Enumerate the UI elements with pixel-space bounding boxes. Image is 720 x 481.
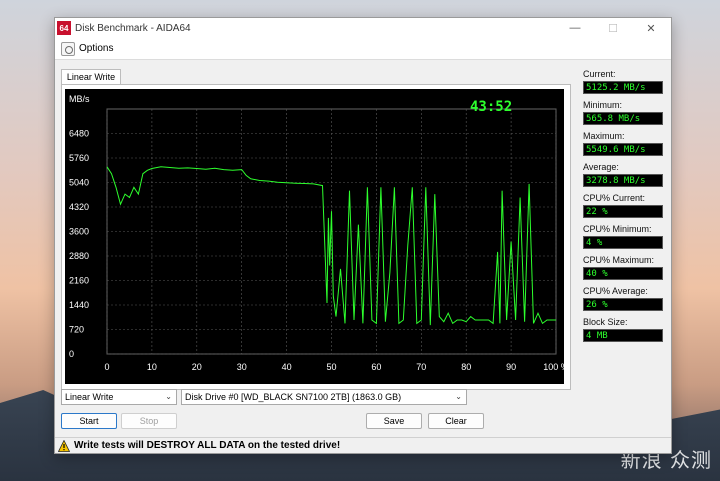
stop-button[interactable]: Stop <box>121 413 177 429</box>
elapsed-timer: 43:52 <box>470 99 512 115</box>
menu-bar: Options <box>55 38 671 60</box>
stat-label: Current: <box>583 69 616 79</box>
x-tick-label: 40 <box>282 362 292 372</box>
stat-group: CPU% Minimum: 4 % <box>583 224 667 249</box>
stats-panel: Current: 5125.2 MB/s Minimum: 565.8 MB/s Max… <box>583 69 667 348</box>
drive-value: Disk Drive #0 [WD_BLACK SN7100 2TB] (186… <box>185 392 402 402</box>
tab-linear-write[interactable]: Linear Write <box>61 69 121 84</box>
stat-label: CPU% Average: <box>583 286 648 296</box>
x-tick-label: 0 <box>104 362 109 372</box>
y-tick-label: 720 <box>69 325 84 335</box>
disk-benchmark-window: 64 Disk Benchmark - AIDA64 — ☐ ✕ Options… <box>54 17 672 454</box>
controls-area: Linear Write ⌄ Disk Drive #0 [WD_BLACK S… <box>61 389 667 411</box>
stat-value: 4 MB <box>583 329 663 342</box>
y-tick-label: 1440 <box>69 300 89 310</box>
stat-value: 5549.6 MB/s <box>583 143 663 156</box>
test-type-value: Linear Write <box>65 392 114 402</box>
stat-group: Current: 5125.2 MB/s <box>583 69 667 94</box>
stat-value: 565.8 MB/s <box>583 112 663 125</box>
y-tick-label: 5040 <box>69 178 89 188</box>
save-button[interactable]: Save <box>366 413 422 429</box>
status-bar: Write tests will DESTROY ALL DATA on the… <box>55 437 671 453</box>
y-tick-label: 6480 <box>69 129 89 139</box>
x-tick-label: 90 <box>506 362 516 372</box>
stat-label: Minimum: <box>583 100 623 110</box>
y-tick-label: 5760 <box>69 153 89 163</box>
x-tick-label: 100 % <box>543 362 564 372</box>
x-tick-label: 50 <box>326 362 336 372</box>
maximize-button[interactable]: ☐ <box>595 18 631 38</box>
clear-button[interactable]: Clear <box>428 413 484 429</box>
y-tick-label: 3600 <box>69 227 89 237</box>
title-bar: 64 Disk Benchmark - AIDA64 — ☐ ✕ <box>55 18 671 38</box>
options-menu[interactable]: Options <box>79 43 113 54</box>
chevron-down-icon: ⌄ <box>165 392 172 401</box>
x-tick-label: 30 <box>237 362 247 372</box>
chevron-down-icon: ⌄ <box>455 392 462 401</box>
drive-select[interactable]: Disk Drive #0 [WD_BLACK SN7100 2TB] (186… <box>181 389 467 405</box>
minimize-button[interactable]: — <box>557 18 593 38</box>
warning-text: Write tests will DESTROY ALL DATA on the… <box>74 440 341 451</box>
benchmark-chart: 6480 5760 5040 4320 3600 2880 2160 1440 720 0 0 10 2… <box>65 89 564 384</box>
stat-label: Maximum: <box>583 131 625 141</box>
stat-value: 26 % <box>583 298 663 311</box>
x-tick-label: 20 <box>192 362 202 372</box>
test-type-select[interactable]: Linear Write ⌄ <box>61 389 177 405</box>
stat-label: CPU% Maximum: <box>583 255 655 265</box>
x-tick-label: 70 <box>416 362 426 372</box>
stat-value: 5125.2 MB/s <box>583 81 663 94</box>
stat-label: CPU% Current: <box>583 193 646 203</box>
stat-group: Block Size: 4 MB <box>583 317 667 342</box>
chart-svg: 6480576050404320360028802160144072000 10 2… <box>69 94 564 372</box>
y-tick-label: 4320 <box>69 202 89 212</box>
stat-group: Minimum: 565.8 MB/s <box>583 100 667 125</box>
stat-value: 3278.8 MB/s <box>583 174 663 187</box>
warning-icon <box>58 439 70 452</box>
y-axis-label: MB/s <box>69 94 90 104</box>
x-tick-label: 80 <box>461 362 471 372</box>
stat-group: CPU% Current: 22 % <box>583 193 667 218</box>
stat-group: CPU% Average: 26 % <box>583 286 667 311</box>
stat-group: Average: 3278.8 MB/s <box>583 162 667 187</box>
close-button[interactable]: ✕ <box>633 18 669 38</box>
stat-label: CPU% Minimum: <box>583 224 652 234</box>
y-tick-label: 2160 <box>69 276 89 286</box>
stat-label: Block Size: <box>583 317 628 327</box>
aida64-app-icon: 64 <box>57 21 71 35</box>
start-button[interactable]: Start <box>61 413 117 429</box>
stat-value: 40 % <box>583 267 663 280</box>
stat-group: CPU% Maximum: 40 % <box>583 255 667 280</box>
window-title: Disk Benchmark - AIDA64 <box>75 22 191 34</box>
stat-value: 4 % <box>583 236 663 249</box>
y-tick-label: 0 <box>69 349 74 359</box>
x-tick-label: 10 <box>147 362 157 372</box>
stat-value: 22 % <box>583 205 663 218</box>
options-gear-icon[interactable] <box>61 41 75 56</box>
stat-group: Maximum: 5549.6 MB/s <box>583 131 667 156</box>
y-tick-label: 2880 <box>69 251 89 261</box>
stat-label: Average: <box>583 162 619 172</box>
x-tick-label: 60 <box>371 362 381 372</box>
